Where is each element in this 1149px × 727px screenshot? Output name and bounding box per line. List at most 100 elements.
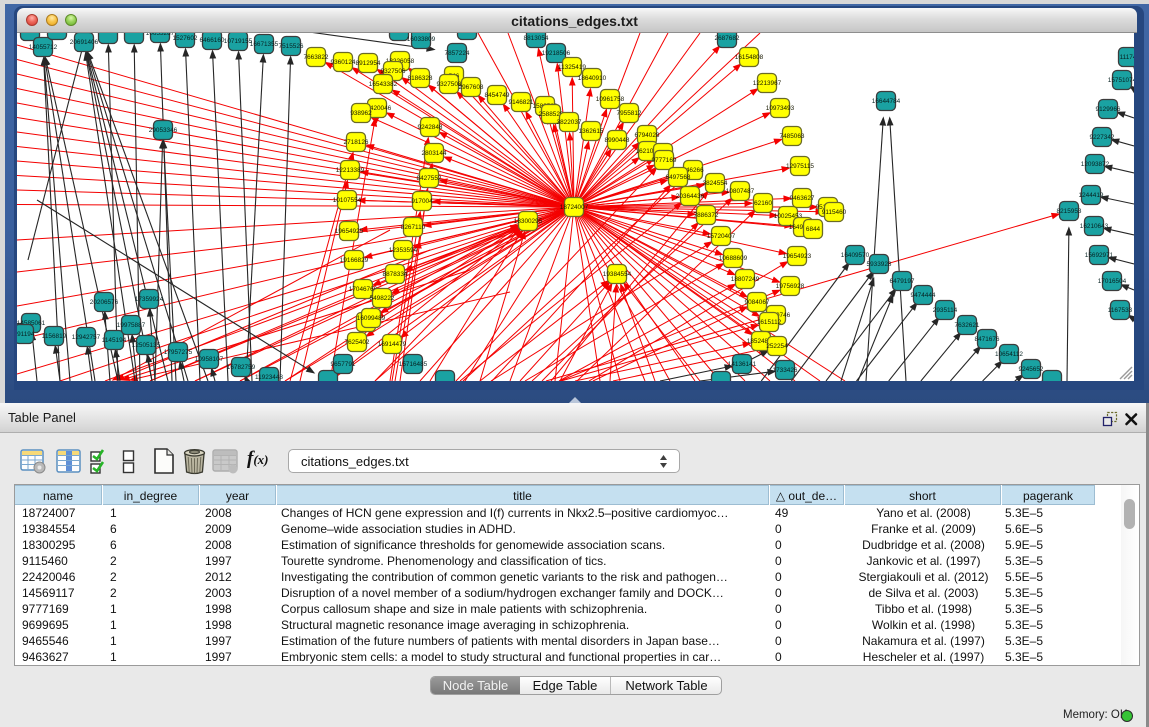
svg-text:17359924: 17359924 [135,296,164,303]
svg-text:9115460: 9115460 [822,209,847,216]
svg-text:7857224: 7857224 [445,50,470,57]
svg-text:6794028: 6794028 [635,132,660,139]
svg-text:10958107: 10958107 [195,356,224,363]
svg-text:6479197: 6479197 [890,278,915,285]
svg-text:11174: 11174 [1120,54,1134,61]
svg-text:14055712: 14055712 [29,44,58,51]
svg-text:1362615: 1362615 [579,128,604,135]
svg-text:2935114: 2935114 [933,307,958,314]
svg-text:8454749: 8454749 [485,92,510,99]
svg-text:16099489: 16099489 [357,315,386,322]
svg-text:8215953: 8215953 [1057,208,1082,215]
svg-text:16671355: 16671355 [250,41,279,48]
svg-text:10654112: 10654112 [995,351,1023,358]
svg-text:391194: 391194 [17,331,35,338]
svg-text:5498222: 5498222 [370,295,395,302]
svg-text:1156819: 1156819 [42,333,67,340]
svg-text:9146821: 9146821 [509,99,534,106]
svg-text:3824554: 3824554 [703,180,728,187]
svg-text:9245652: 9245652 [1019,366,1044,373]
svg-text:9657791: 9657791 [331,361,356,368]
svg-text:8813054: 8813054 [524,35,549,42]
svg-text:8471676: 8471676 [975,336,1000,343]
svg-text:19756928: 19756928 [776,283,805,290]
svg-text:9242848: 9242848 [418,124,443,131]
svg-text:19654925: 19654925 [335,228,364,235]
svg-text:12213389: 12213389 [336,167,365,174]
svg-text:19975887: 19975887 [117,322,146,329]
svg-text:9084067: 9084067 [745,299,770,306]
svg-text:16210643: 16210643 [1080,223,1109,230]
svg-text:9360124: 9360124 [331,59,356,66]
svg-text:6466160: 6466160 [200,37,225,44]
svg-text:16914479: 16914479 [378,341,407,348]
svg-text:16033809: 16033809 [407,36,436,43]
svg-text:8912954: 8912954 [356,60,381,67]
svg-text:17957275: 17957275 [164,349,193,356]
svg-text:20206576: 20206576 [90,299,119,306]
svg-text:9463627: 9463627 [790,195,815,202]
svg-text:1244419: 1244419 [1079,192,1104,199]
svg-text:19654923: 19654923 [783,253,812,260]
svg-text:29053346: 29053346 [149,127,178,134]
svg-text:15751074: 15751074 [1108,77,1134,84]
svg-text:10653287: 10653287 [146,33,175,37]
svg-text:10107554: 10107554 [333,197,362,204]
svg-text:7625402: 7625402 [345,339,370,346]
svg-text:19218506: 19218506 [542,50,571,57]
svg-text:15720407: 15720407 [707,233,736,240]
svg-text:1733426: 1733426 [773,367,798,374]
svg-text:12942757: 12942757 [72,334,101,341]
svg-text:938962: 938962 [350,110,372,117]
svg-text:7632621: 7632621 [955,322,980,329]
svg-text:18724007: 18724007 [560,204,589,211]
svg-text:19384554: 19384554 [603,271,632,278]
svg-text:7485063: 7485063 [780,133,805,140]
svg-text:10719155: 10719155 [224,38,253,45]
svg-text:10807487: 10807487 [726,188,755,195]
svg-text:16543382: 16543382 [369,81,398,88]
svg-text:8186328: 8186328 [408,75,433,82]
svg-text:252254: 252254 [766,343,788,350]
svg-text:8267110: 8267110 [401,224,426,231]
svg-text:8990448: 8990448 [605,137,630,144]
svg-text:10961758: 10961758 [596,96,625,103]
svg-text:10688609: 10688609 [719,255,748,262]
svg-text:18640910: 18640910 [578,75,607,82]
svg-text:6844: 6844 [806,226,821,233]
svg-text:11325419: 11325419 [558,64,586,71]
svg-text:8427552: 8427552 [417,175,442,182]
svg-text:917004: 917004 [411,198,433,205]
svg-text:19166829: 19166829 [340,257,369,264]
svg-text:16154808: 16154808 [735,54,764,61]
svg-text:9777169: 9777169 [652,157,677,164]
svg-text:2718126: 2718126 [344,139,369,146]
svg-text:7955812: 7955812 [617,110,642,117]
svg-text:15692971: 15692971 [1085,252,1114,259]
svg-text:1145194: 1145194 [102,337,127,344]
svg-text:3822037: 3822037 [557,119,582,126]
svg-text:12975115: 12975115 [786,163,814,170]
svg-text:1167533: 1167533 [1108,307,1133,314]
svg-text:16782759: 16782759 [227,364,256,371]
svg-text:8878334: 8878334 [383,271,408,278]
svg-text:1615112: 1615112 [757,319,782,326]
svg-text:17016504: 17016504 [1098,278,1127,285]
svg-text:9227342: 9227342 [1090,134,1115,141]
svg-text:1527602: 1527602 [173,35,198,42]
svg-text:11923448: 11923448 [255,374,283,381]
svg-text:5933928: 5933928 [867,261,892,268]
svg-text:20364436: 20364436 [676,193,705,200]
svg-text:2803144: 2803144 [422,150,447,157]
svg-text:9474444: 9474444 [911,292,936,299]
svg-text:12093872: 12093872 [1081,161,1110,168]
svg-text:7515526: 7515526 [279,43,304,50]
svg-text:2687682: 2687682 [715,35,740,42]
svg-text:18807249: 18807249 [731,276,760,283]
svg-text:12213967: 12213967 [753,80,782,87]
svg-text:7663822: 7663822 [304,54,329,61]
svg-text:9129966: 9129966 [1096,106,1121,113]
svg-text:20691406: 20691406 [70,39,99,46]
svg-text:16409570: 16409570 [841,252,870,259]
svg-text:2967608: 2967608 [459,84,484,91]
